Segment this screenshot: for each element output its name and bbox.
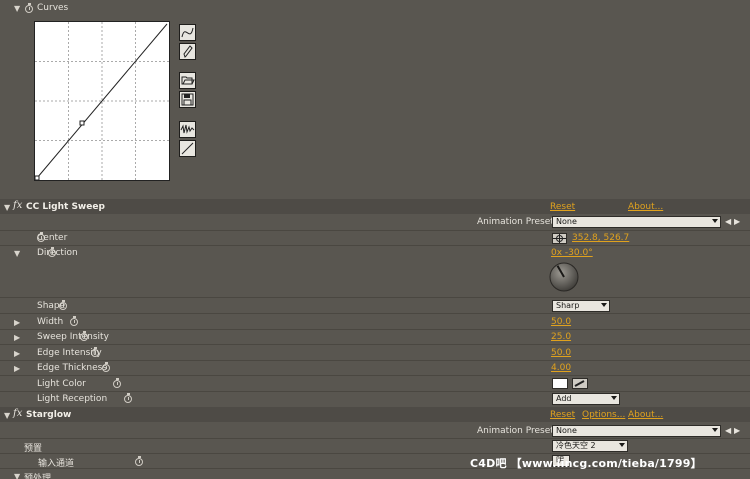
cc-light-sweep-twirl[interactable]: ▼	[4, 203, 10, 212]
preset-value: 冷色天空 2	[556, 441, 596, 450]
sweep-intensity-label: Sweep Intensity	[37, 332, 109, 342]
curves-twirl[interactable]: ▼	[14, 4, 20, 13]
shape-label: Shape	[37, 301, 66, 311]
edge-thickness-label: Edge Thickness	[37, 363, 107, 373]
light-reception-value: Add	[556, 394, 572, 403]
bezier-icon	[181, 27, 194, 38]
light-color-swatch[interactable]	[552, 378, 568, 389]
chevron-down-icon	[601, 303, 607, 307]
starglow-options-link[interactable]: Options...	[582, 410, 625, 420]
starglow-twirl[interactable]: ▼	[4, 411, 10, 420]
starglow-animation-presets-label: Animation Presets:	[477, 426, 562, 436]
direction-value[interactable]: 0x -30.0°	[551, 248, 593, 258]
animation-presets-value: None	[556, 217, 577, 226]
shape-select[interactable]: Sharp	[552, 300, 610, 312]
divider	[0, 297, 750, 298]
chevron-down-icon	[712, 428, 718, 432]
eyedropper-icon	[574, 380, 585, 387]
divider	[0, 245, 750, 246]
direction-dial[interactable]	[548, 261, 580, 293]
animation-presets-label: Animation Presets:	[477, 217, 562, 227]
starglow-animation-presets-select[interactable]: None	[552, 425, 721, 437]
edge-intensity-twirl[interactable]: ▶	[14, 349, 20, 358]
crosshair-button[interactable]	[552, 233, 567, 244]
fx-icon[interactable]: fx	[13, 200, 22, 211]
smooth-button[interactable]	[179, 121, 196, 138]
width-value[interactable]: 50.0	[551, 317, 571, 327]
sweep-intensity-twirl[interactable]: ▶	[14, 333, 20, 342]
chevron-down-icon	[712, 219, 718, 223]
divider	[0, 230, 750, 231]
stopwatch-icon[interactable]	[113, 378, 121, 388]
divider	[0, 391, 750, 392]
next-preset-icon[interactable]: ▶	[734, 426, 740, 435]
center-value[interactable]: 352.8, 526.7	[572, 233, 629, 243]
folder-open-icon	[181, 76, 195, 85]
width-twirl[interactable]: ▶	[14, 318, 20, 327]
starglow-about-link[interactable]: About...	[628, 410, 663, 420]
open-button[interactable]	[179, 72, 196, 89]
curves-graph[interactable]	[34, 21, 170, 181]
starglow-reset-link[interactable]: Reset	[550, 410, 575, 420]
save-button[interactable]	[179, 91, 196, 108]
pencil-icon	[183, 45, 193, 58]
divider	[0, 360, 750, 361]
chevron-down-icon	[619, 443, 625, 447]
preset-select[interactable]: 冷色天空 2	[552, 440, 628, 452]
pre-process-twirl[interactable]: ▼	[14, 472, 20, 479]
pencil-tool-button[interactable]	[179, 43, 196, 60]
curve-point-mid	[79, 120, 85, 126]
fx-icon[interactable]: fx	[13, 408, 22, 419]
divider	[0, 329, 750, 330]
direction-twirl[interactable]: ▼	[14, 249, 20, 258]
curves-grid[interactable]	[35, 22, 169, 180]
stopwatch-icon[interactable]	[25, 3, 33, 13]
cc-light-sweep-title: CC Light Sweep	[26, 202, 105, 212]
smooth-wave-icon	[180, 124, 195, 134]
about-link[interactable]: About...	[628, 202, 663, 212]
edge-thickness-value[interactable]: 4.00	[551, 363, 571, 373]
edge-intensity-label: Edge Intensity	[37, 348, 102, 358]
watermark: C4D吧 【www.lincg.com/tieba/1799】	[470, 457, 702, 470]
starglow-title: Starglow	[26, 410, 72, 420]
divider	[0, 344, 750, 345]
divider	[0, 313, 750, 314]
edge-intensity-value[interactable]: 50.0	[551, 348, 571, 358]
light-reception-select[interactable]: Add	[552, 393, 620, 405]
diagonal-line-icon	[181, 142, 194, 155]
edge-thickness-twirl[interactable]: ▶	[14, 364, 20, 373]
animation-presets-select[interactable]: None	[552, 216, 721, 228]
floppy-disk-icon	[181, 93, 194, 106]
light-reception-label: Light Reception	[37, 394, 108, 404]
light-color-label: Light Color	[37, 379, 86, 389]
next-preset-icon[interactable]: ▶	[734, 217, 740, 226]
crosshair-icon	[553, 234, 566, 243]
curve-point-start	[35, 175, 40, 180]
previous-preset-icon[interactable]: ◀	[725, 426, 731, 435]
direction-label: Direction	[37, 248, 78, 258]
curve-tool-button[interactable]	[179, 24, 196, 41]
reset-link[interactable]: Reset	[550, 202, 575, 212]
curves-label: Curves	[37, 3, 69, 13]
divider	[0, 438, 750, 439]
stopwatch-icon[interactable]	[123, 393, 132, 403]
previous-preset-icon[interactable]: ◀	[725, 217, 731, 226]
stopwatch-icon[interactable]	[69, 316, 78, 326]
starglow-animation-presets-value: None	[556, 426, 577, 435]
stopwatch-icon[interactable]	[134, 456, 143, 466]
chevron-down-icon	[611, 396, 617, 400]
pre-process-label: 预处理	[24, 474, 52, 479]
divider	[0, 375, 750, 376]
reset-curve-button[interactable]	[179, 140, 196, 157]
divider	[0, 453, 750, 454]
sweep-intensity-value[interactable]: 25.0	[551, 332, 571, 342]
center-label: Center	[37, 233, 68, 243]
eyedropper-button[interactable]	[572, 378, 588, 389]
shape-value: Sharp	[556, 301, 580, 310]
width-label: Width	[37, 317, 64, 327]
